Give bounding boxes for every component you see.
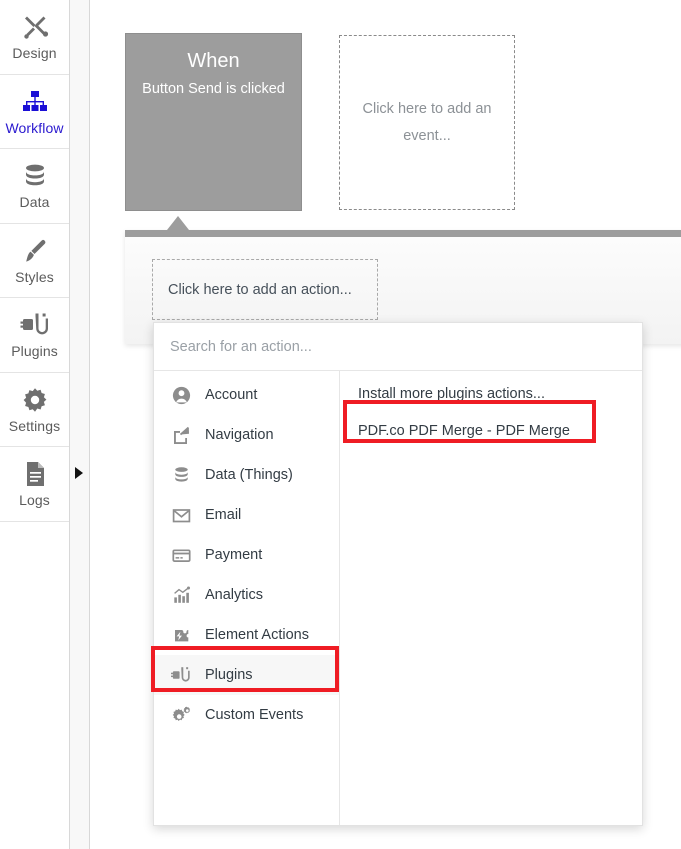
category-item-element-actions[interactable]: Element Actions (154, 615, 339, 655)
when-block-title: When (187, 50, 240, 72)
category-label: Payment (205, 547, 263, 563)
plug-icon (171, 666, 191, 684)
envelope-icon (171, 506, 191, 525)
category-label: Email (205, 507, 242, 523)
workflow-tree-icon (21, 87, 49, 117)
workflow-canvas: When Button Send is clicked Click here t… (91, 0, 681, 849)
search-input[interactable] (170, 338, 619, 355)
user-circle-icon (171, 386, 191, 405)
sidebar-item-workflow[interactable]: Workflow (0, 75, 69, 149)
sidebar-item-label: Styles (15, 268, 54, 285)
sidebar-item-label: Plugins (11, 343, 58, 360)
add-action-label: Click here to add an action... (168, 281, 352, 298)
category-label: Navigation (205, 427, 274, 443)
sidebar-item-settings[interactable]: Settings (0, 373, 69, 447)
right-triangle-icon (75, 467, 83, 479)
gear-icon (21, 385, 49, 415)
action-results-list: Install more plugins actions... PDF.co P… (340, 371, 642, 825)
add-action-placeholder-box[interactable]: Click here to add an action... (152, 259, 378, 320)
category-label: Plugins (205, 667, 253, 683)
panel-notch-arrow (167, 216, 189, 230)
result-label: Install more plugins actions... (358, 386, 545, 402)
database-icon (22, 161, 48, 191)
left-nav-sidebar: Design Workflow Data Styles Plugins Sett… (0, 0, 70, 849)
add-event-label: Click here to add an event... (362, 100, 492, 144)
database-icon (171, 466, 191, 485)
sidebar-item-label: Workflow (5, 119, 64, 136)
category-label: Analytics (205, 587, 264, 603)
sidebar-item-logs[interactable]: Logs (0, 447, 69, 522)
when-event-block[interactable]: When Button Send is clicked (125, 33, 302, 211)
sidebar-gutter (70, 0, 90, 849)
bubble-workflow-editor: Design Workflow Data Styles Plugins Sett… (0, 0, 681, 849)
category-label: Account (205, 387, 258, 403)
category-item-account[interactable]: Account (154, 375, 339, 415)
action-picker-dropdown: Account Navigation (153, 322, 643, 826)
category-item-custom-events[interactable]: Custom Events (154, 695, 339, 735)
plug-icon (20, 310, 50, 340)
sidebar-item-label: Logs (19, 492, 50, 509)
action-search-row (154, 323, 642, 371)
add-event-placeholder-box[interactable]: Click here to add an event... (339, 35, 515, 210)
sidebar-item-data[interactable]: Data (0, 149, 69, 224)
sidebar-item-plugins[interactable]: Plugins (0, 298, 69, 373)
share-arrow-icon (171, 426, 191, 445)
install-more-plugins-link[interactable]: Install more plugins actions... (340, 379, 642, 409)
category-item-analytics[interactable]: Analytics (154, 575, 339, 615)
sidebar-item-label: Design (12, 45, 57, 62)
category-item-payment[interactable]: Payment (154, 535, 339, 575)
category-item-data-things[interactable]: Data (Things) (154, 455, 339, 495)
gears-icon (171, 706, 191, 725)
paintbrush-icon (21, 236, 49, 266)
sidebar-item-label: Settings (8, 417, 61, 434)
sidebar-item-design[interactable]: Design (0, 0, 69, 75)
design-tools-icon (21, 12, 49, 42)
category-item-navigation[interactable]: Navigation (154, 415, 339, 455)
result-label: PDF.co PDF Merge - PDF Merge (358, 423, 570, 439)
category-label: Data (Things) (205, 467, 293, 483)
category-item-plugins[interactable]: Plugins (154, 655, 339, 695)
puzzle-bolt-icon (171, 626, 191, 645)
credit-card-icon (171, 546, 191, 565)
action-category-list: Account Navigation Data (Things) Email P… (154, 371, 340, 825)
category-label: Element Actions (205, 627, 309, 643)
plugin-action-pdfco-pdf-merge[interactable]: PDF.co PDF Merge - PDF Merge (340, 415, 642, 447)
sidebar-item-label: Data (19, 194, 50, 211)
panel-expander-button[interactable] (72, 462, 86, 484)
bar-chart-icon (171, 586, 191, 605)
document-lines-icon (23, 459, 47, 489)
sidebar-item-styles[interactable]: Styles (0, 224, 69, 298)
dropdown-body: Account Navigation Data (Things) Email P… (154, 371, 642, 825)
when-block-subtitle: Button Send is clicked (142, 81, 285, 97)
category-item-email[interactable]: Email (154, 495, 339, 535)
category-label: Custom Events (205, 707, 304, 723)
